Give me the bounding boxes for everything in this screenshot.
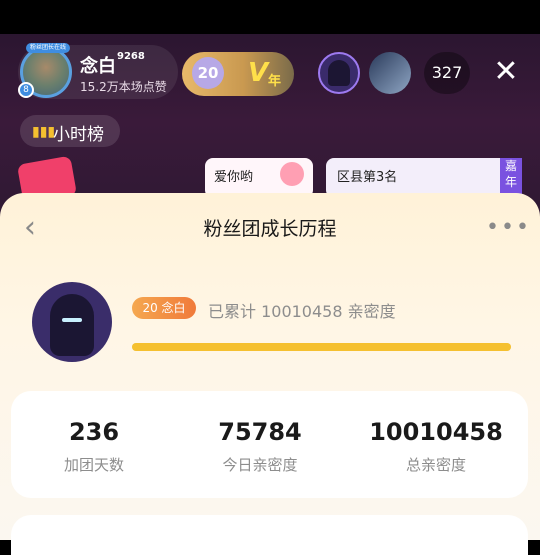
stat-total-intimacy-label: 总亲密度	[405, 456, 466, 474]
live-banner-1-text: 爱你哟	[214, 170, 254, 185]
sheet-title: 粉丝团成长历程	[203, 218, 337, 240]
stat-join-days-label: 加团天数	[63, 456, 124, 474]
accumulated-intimacy: 已累计 10010458 亲密度	[208, 302, 396, 321]
next-section-card	[11, 515, 528, 555]
viewer-count[interactable]: 327	[424, 52, 470, 94]
v-badge: V	[248, 58, 269, 88]
user-avatar[interactable]	[32, 282, 112, 362]
banner-tag: 嘉年	[500, 158, 522, 194]
host-name: 念白	[80, 56, 116, 77]
glowing-eyes-icon	[62, 318, 82, 322]
host-level-badge: 8	[18, 82, 34, 98]
host-avatar-label: 粉丝团长在线	[26, 43, 70, 53]
hood-icon	[50, 294, 94, 356]
stat-today-intimacy-value: 75784	[218, 418, 302, 446]
fan-level-heart-icon: 20	[192, 57, 224, 89]
fan-level-badge: 20 念白	[132, 297, 196, 319]
live-banner-2-text: 区县第3名	[337, 170, 398, 185]
hood-icon	[328, 60, 350, 86]
emoji-icon	[280, 162, 304, 186]
host-likes: 15.2万本场点赞	[80, 80, 167, 94]
status-bar	[0, 0, 540, 34]
host-badge-number: 9268	[117, 51, 145, 62]
stat-join-days-value: 236	[68, 418, 120, 446]
viewer-avatar-1[interactable]	[318, 52, 360, 94]
close-icon[interactable]: ✕	[490, 56, 522, 88]
stat-today-intimacy-label: 今日亲密度	[222, 456, 298, 474]
intimacy-progress-fill	[132, 343, 511, 351]
more-options-icon[interactable]: •••	[486, 217, 531, 239]
hourly-rank-label: 小时榜	[53, 125, 104, 145]
v-badge-year: 年	[268, 74, 282, 89]
stat-total-intimacy-value: 10010458	[369, 418, 503, 446]
bar-chart-icon: ▮▮▮	[32, 124, 56, 140]
viewer-avatar-2[interactable]	[369, 52, 411, 94]
